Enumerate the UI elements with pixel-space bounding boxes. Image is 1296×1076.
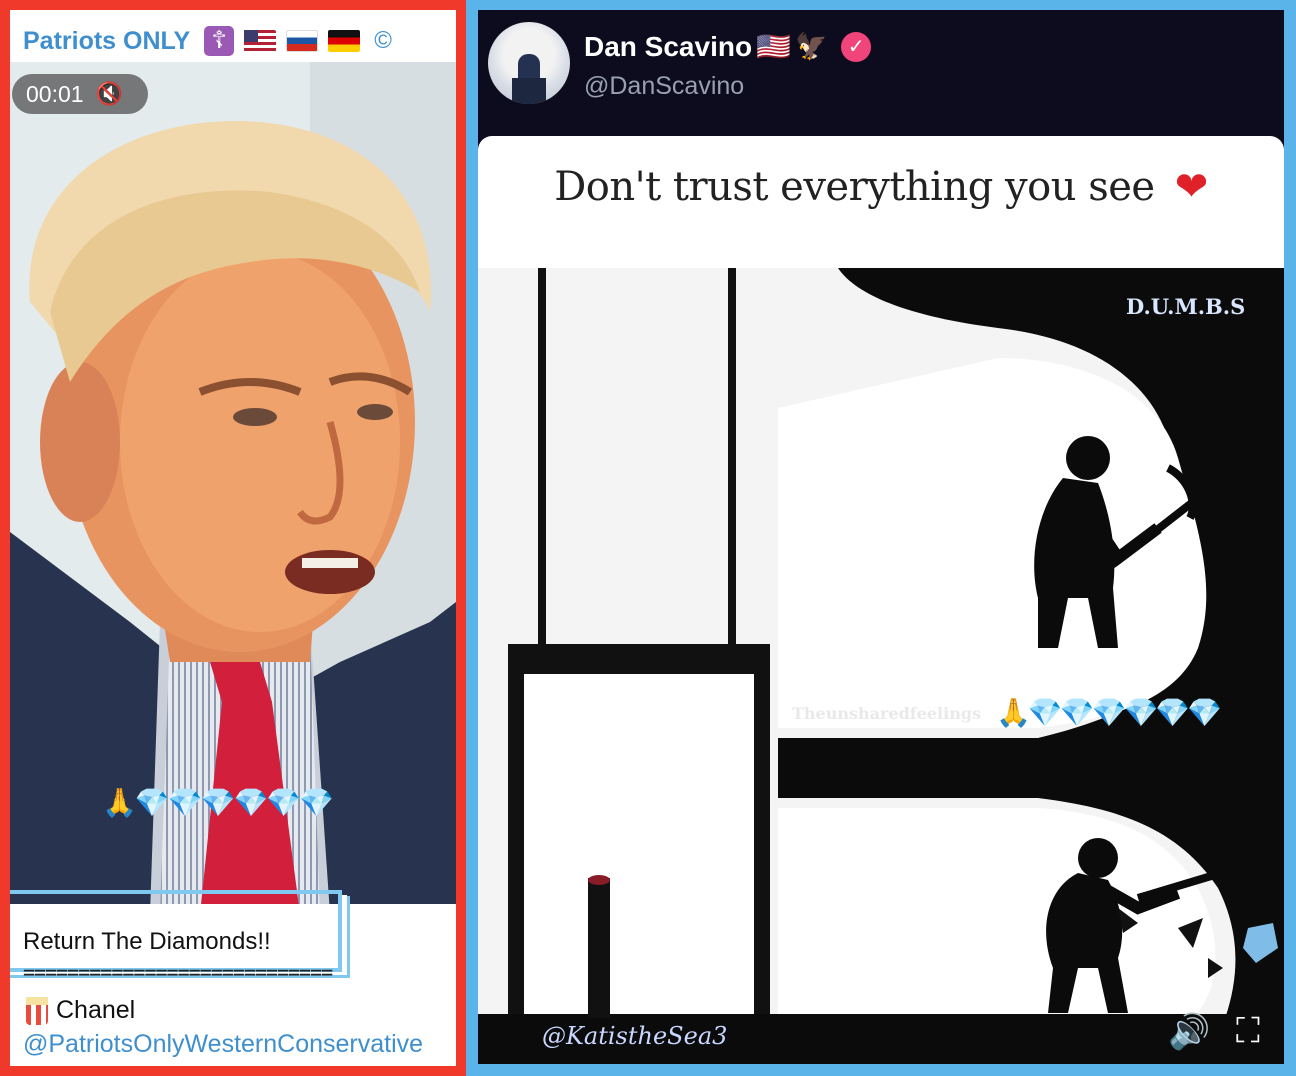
tweet-header: Dan Scavino 🇺🇸 🦅 ✓ @DanScavino (478, 10, 1284, 136)
us-flag-icon (244, 30, 277, 52)
emoji-overlay: 🙏💎💎💎💎💎💎 (996, 697, 1222, 728)
eagle-icon: 🦅 (794, 31, 828, 61)
russia-flag-icon (286, 30, 319, 52)
mining-scene-illustration (478, 268, 1284, 1064)
fullscreen-icon[interactable]: ⛶ (1236, 1012, 1260, 1051)
popcorn-icon (26, 996, 48, 1025)
verified-icon: ✓ (841, 31, 872, 62)
tweet-author-handle[interactable]: @DanScavino (584, 72, 744, 101)
avatar-podium (512, 78, 546, 104)
video-timer-badge[interactable]: 00:01 🔇 (12, 74, 148, 114)
channel-handle-link[interactable]: @PatriotsOnlyWesternConservative (23, 1030, 423, 1059)
caption-title: Return The Diamonds!! (23, 928, 271, 955)
telegram-post-panel: Patriots ONLY ☦ © 00:01 🔇 🙏💎💎💎💎💎💎 Return… (0, 0, 466, 1076)
tweet-panel: Dan Scavino 🇺🇸 🦅 ✓ @DanScavino Don't tru… (466, 0, 1296, 1076)
heart-icon: ❤ (1174, 164, 1209, 210)
chanel-line: Chanel (26, 996, 135, 1025)
copyright-icon: © (374, 27, 392, 54)
chanel-label: Chanel (56, 996, 136, 1024)
meme-title-text: Don't trust everything you see (554, 164, 1155, 210)
emoji-overlay: 🙏💎💎💎💎💎💎 (102, 787, 334, 818)
volume-icon[interactable]: 🔊 (1168, 1012, 1210, 1052)
meme-video[interactable]: Don't trust everything you see ❤ D.U.M.B… (478, 136, 1284, 1064)
germany-flag-icon (328, 30, 361, 52)
video-player[interactable]: 00:01 🔇 🙏💎💎💎💎💎💎 (10, 62, 456, 914)
dumbs-label: D.U.M.B.S (1126, 294, 1246, 319)
tweet-author-name[interactable]: Dan Scavino 🇺🇸 🦅 ✓ (584, 30, 872, 63)
mute-icon[interactable]: 🔇 (96, 81, 123, 107)
channel-name[interactable]: Patriots ONLY (23, 27, 190, 56)
post-caption: Return The Diamonds!! ==================… (10, 890, 456, 1066)
user-watermark: @KatistheSea3 (542, 1022, 728, 1050)
author-name-text: Dan Scavino (584, 30, 753, 62)
source-watermark: Theunsharedfeelings (792, 704, 982, 723)
avatar[interactable] (488, 22, 570, 104)
orthodox-cross-icon: ☦ (204, 26, 235, 56)
us-flag-icon: 🇺🇸 (756, 31, 791, 62)
video-timer-text: 00:01 (26, 80, 84, 107)
caption-divider: ============================ (23, 960, 333, 984)
meme-title: Don't trust everything you see ❤ (478, 164, 1284, 210)
